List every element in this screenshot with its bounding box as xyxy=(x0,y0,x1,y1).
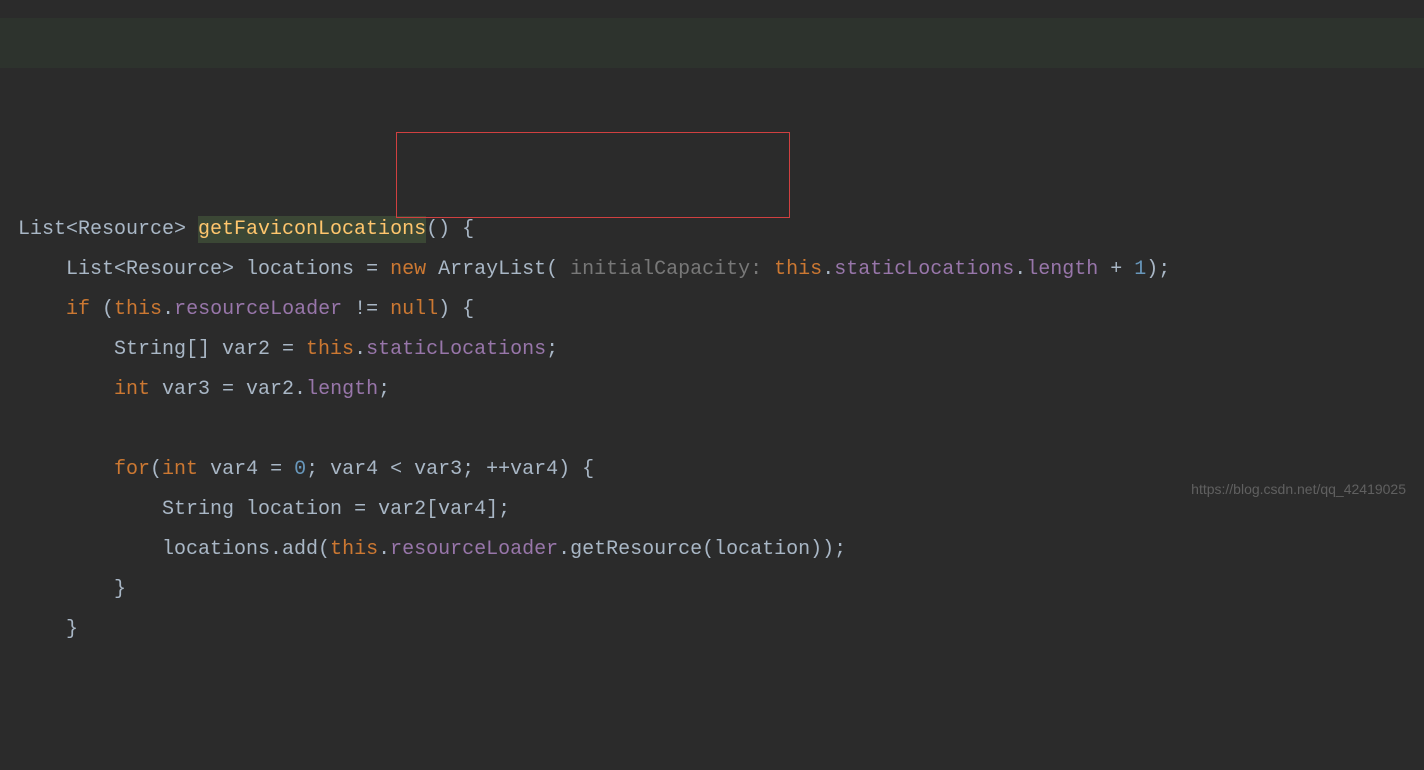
indent xyxy=(18,498,162,521)
code-line[interactable]: String[] var2 = this.staticLocations; xyxy=(18,330,1424,370)
method-name: getFaviconLocations xyxy=(198,216,426,243)
punct: ) { xyxy=(438,298,474,321)
punct: . xyxy=(378,538,390,561)
code-editor[interactable]: List<Resource> getFaviconLocations() { L… xyxy=(0,0,1424,770)
punct: } xyxy=(66,618,78,641)
punct: . xyxy=(1014,258,1026,281)
code-line[interactable]: locations.add(this.resourceLoader.getRes… xyxy=(18,530,1424,570)
keyword-null: null xyxy=(390,298,438,321)
punct: ( xyxy=(150,458,162,481)
code-line[interactable]: } xyxy=(18,570,1424,610)
keyword-this: this xyxy=(114,298,162,321)
number-literal: 0 xyxy=(294,458,306,481)
punct: () { xyxy=(426,218,474,241)
watermark-text: https://blog.csdn.net/qq_42419025 xyxy=(1191,481,1406,497)
keyword-this: this xyxy=(774,258,822,281)
punct: . xyxy=(822,258,834,281)
keyword-int: int xyxy=(162,458,198,481)
keyword-for: for xyxy=(114,458,150,481)
punct: ; xyxy=(378,378,390,401)
indent xyxy=(18,458,114,481)
keyword-int: int xyxy=(114,378,150,401)
number-literal: 1 xyxy=(1134,258,1146,281)
punct: + xyxy=(1098,258,1134,281)
indent xyxy=(18,578,114,601)
indent xyxy=(18,338,114,361)
code-text: String[] var2 = xyxy=(114,338,306,361)
keyword-if: if xyxy=(66,298,90,321)
header-highlight xyxy=(0,18,1424,68)
code-text: var4 = xyxy=(198,458,294,481)
property-ref: length xyxy=(1026,258,1098,281)
indent xyxy=(18,298,66,321)
code-text: .getResource(location)); xyxy=(558,538,846,561)
punct: != xyxy=(342,298,390,321)
code-content: List<Resource> getFaviconLocations() { L… xyxy=(18,170,1424,730)
code-text: locations.add( xyxy=(162,538,330,561)
indent xyxy=(18,618,66,641)
punct: ); xyxy=(1146,258,1170,281)
code-line[interactable] xyxy=(18,410,1424,450)
punct: ; xyxy=(546,338,558,361)
field-ref: staticLocations xyxy=(834,258,1014,281)
property-ref: length xyxy=(306,378,378,401)
punct: ( xyxy=(90,298,114,321)
type-token: List<Resource> xyxy=(18,218,198,241)
field-ref: resourceLoader xyxy=(174,298,342,321)
keyword-new: new xyxy=(390,258,426,281)
punct: . xyxy=(162,298,174,321)
inline-hint: initialCapacity: xyxy=(570,258,774,281)
code-line[interactable]: List<Resource> locations = new ArrayList… xyxy=(18,250,1424,290)
indent xyxy=(18,538,162,561)
punct: } xyxy=(114,578,126,601)
field-ref: staticLocations xyxy=(366,338,546,361)
code-text: ArrayList( xyxy=(426,258,570,281)
indent xyxy=(18,258,66,281)
code-line[interactable]: } xyxy=(18,610,1424,650)
code-text: String location = var2[var4]; xyxy=(162,498,510,521)
code-line[interactable]: if (this.resourceLoader != null) { xyxy=(18,290,1424,330)
field-ref: resourceLoader xyxy=(390,538,558,561)
keyword-this: this xyxy=(330,538,378,561)
code-text: List<Resource> locations = xyxy=(66,258,390,281)
indent xyxy=(18,378,114,401)
keyword-this: this xyxy=(306,338,354,361)
punct: ; var4 < var3; ++var4) { xyxy=(306,458,594,481)
punct: . xyxy=(354,338,366,361)
code-line[interactable]: int var3 = var2.length; xyxy=(18,370,1424,410)
code-text: var3 = var2. xyxy=(150,378,306,401)
code-line[interactable]: List<Resource> getFaviconLocations() { xyxy=(18,210,1424,250)
